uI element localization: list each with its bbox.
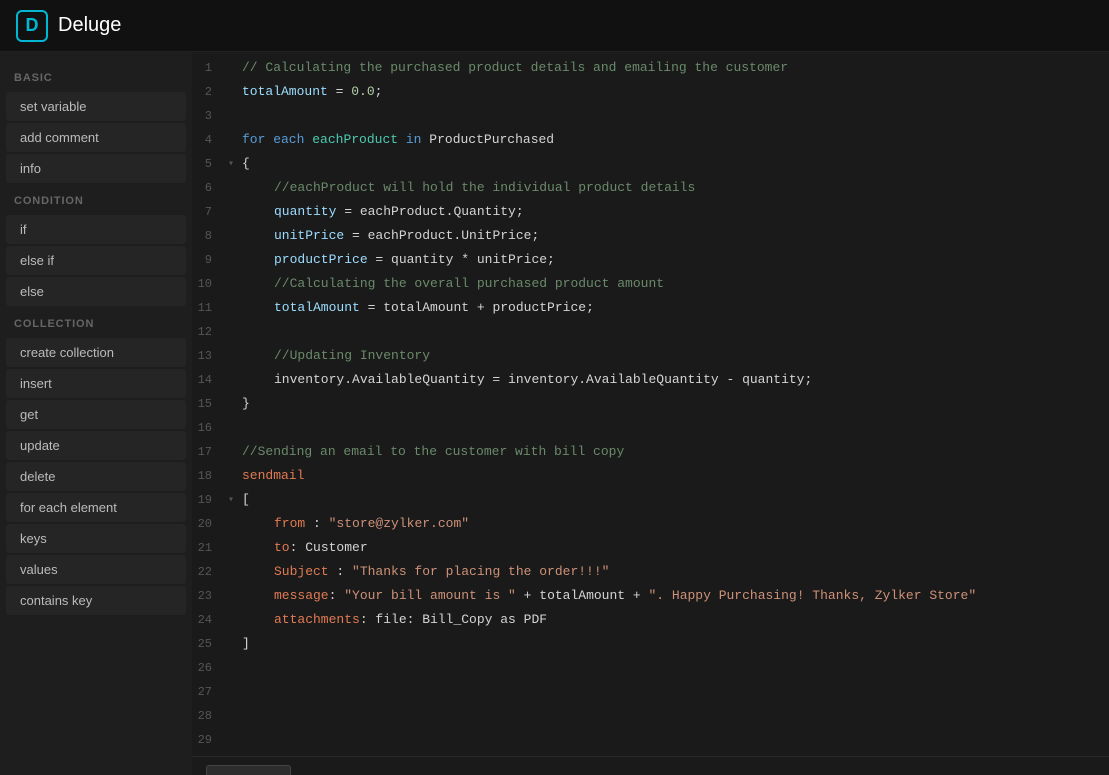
code-line-4: 4 for each eachProduct in ProductPurchas…: [192, 128, 1109, 152]
sidebar-item-keys[interactable]: keys: [6, 524, 186, 553]
code-line-18: 18 sendmail: [192, 464, 1109, 488]
sidebar-item-else-if[interactable]: else if: [6, 246, 186, 275]
code-line-21: 21 to: Customer: [192, 536, 1109, 560]
sidebar-section-basic: BASIC: [0, 62, 192, 90]
code-line-27: 27: [192, 680, 1109, 704]
sidebar-section-collection: COLLECTION: [0, 308, 192, 336]
code-editor: 1 // Calculating the purchased product d…: [192, 52, 1109, 775]
code-line-7: 7 quantity = eachProduct.Quantity;: [192, 200, 1109, 224]
code-line-25: 25 ]: [192, 632, 1109, 656]
sidebar-item-add-comment[interactable]: add comment: [6, 123, 186, 152]
sidebar-item-else[interactable]: else: [6, 277, 186, 306]
main-layout: BASIC set variable add comment info COND…: [0, 52, 1109, 775]
code-line-9: 9 productPrice = quantity * unitPrice;: [192, 248, 1109, 272]
code-line-24: 24 attachments: file: Bill_Copy as PDF: [192, 608, 1109, 632]
code-line-20: 20 from : "store@zylker.com": [192, 512, 1109, 536]
code-line-29: 29: [192, 728, 1109, 752]
code-line-28: 28: [192, 704, 1109, 728]
sidebar-item-create-collection[interactable]: create collection: [6, 338, 186, 367]
code-line-8: 8 unitPrice = eachProduct.UnitPrice;: [192, 224, 1109, 248]
code-line-15: 15 }: [192, 392, 1109, 416]
code-line-12: 12: [192, 320, 1109, 344]
sidebar-item-set-variable[interactable]: set variable: [6, 92, 186, 121]
code-line-1: 1 // Calculating the purchased product d…: [192, 56, 1109, 80]
sidebar-item-insert[interactable]: insert: [6, 369, 186, 398]
code-line-22: 22 Subject : "Thanks for placing the ord…: [192, 560, 1109, 584]
execute-button[interactable]: Execute: [206, 765, 291, 775]
app-title: Deluge: [58, 14, 121, 37]
code-line-19: 19 ▾ [: [192, 488, 1109, 512]
sidebar-item-get[interactable]: get: [6, 400, 186, 429]
header: D Deluge: [0, 0, 1109, 52]
sidebar-section-condition: CONDITION: [0, 185, 192, 213]
sidebar-item-info[interactable]: info: [6, 154, 186, 183]
sidebar-item-update[interactable]: update: [6, 431, 186, 460]
sidebar-item-values[interactable]: values: [6, 555, 186, 584]
execute-bar: Execute: [192, 756, 1109, 775]
sidebar-item-contains-key[interactable]: contains key: [6, 586, 186, 615]
code-line-11: 11 totalAmount = totalAmount + productPr…: [192, 296, 1109, 320]
code-line-10: 10 //Calculating the overall purchased p…: [192, 272, 1109, 296]
code-line-6: 6 //eachProduct will hold the individual…: [192, 176, 1109, 200]
code-line-2: 2 totalAmount = 0.0;: [192, 80, 1109, 104]
code-line-23: 23 message: "Your bill amount is " + tot…: [192, 584, 1109, 608]
code-line-26: 26: [192, 656, 1109, 680]
code-line-16: 16: [192, 416, 1109, 440]
sidebar-item-delete[interactable]: delete: [6, 462, 186, 491]
sidebar-item-if[interactable]: if: [6, 215, 186, 244]
code-line-13: 13 //Updating Inventory: [192, 344, 1109, 368]
sidebar: BASIC set variable add comment info COND…: [0, 52, 192, 775]
logo-icon: D: [16, 10, 48, 42]
code-line-14: 14 inventory.AvailableQuantity = invento…: [192, 368, 1109, 392]
code-line-5: 5 ▾ {: [192, 152, 1109, 176]
code-line-17: 17 //Sending an email to the customer wi…: [192, 440, 1109, 464]
sidebar-item-for-each-element[interactable]: for each element: [6, 493, 186, 522]
code-line-3: 3: [192, 104, 1109, 128]
code-content: 1 // Calculating the purchased product d…: [192, 52, 1109, 756]
